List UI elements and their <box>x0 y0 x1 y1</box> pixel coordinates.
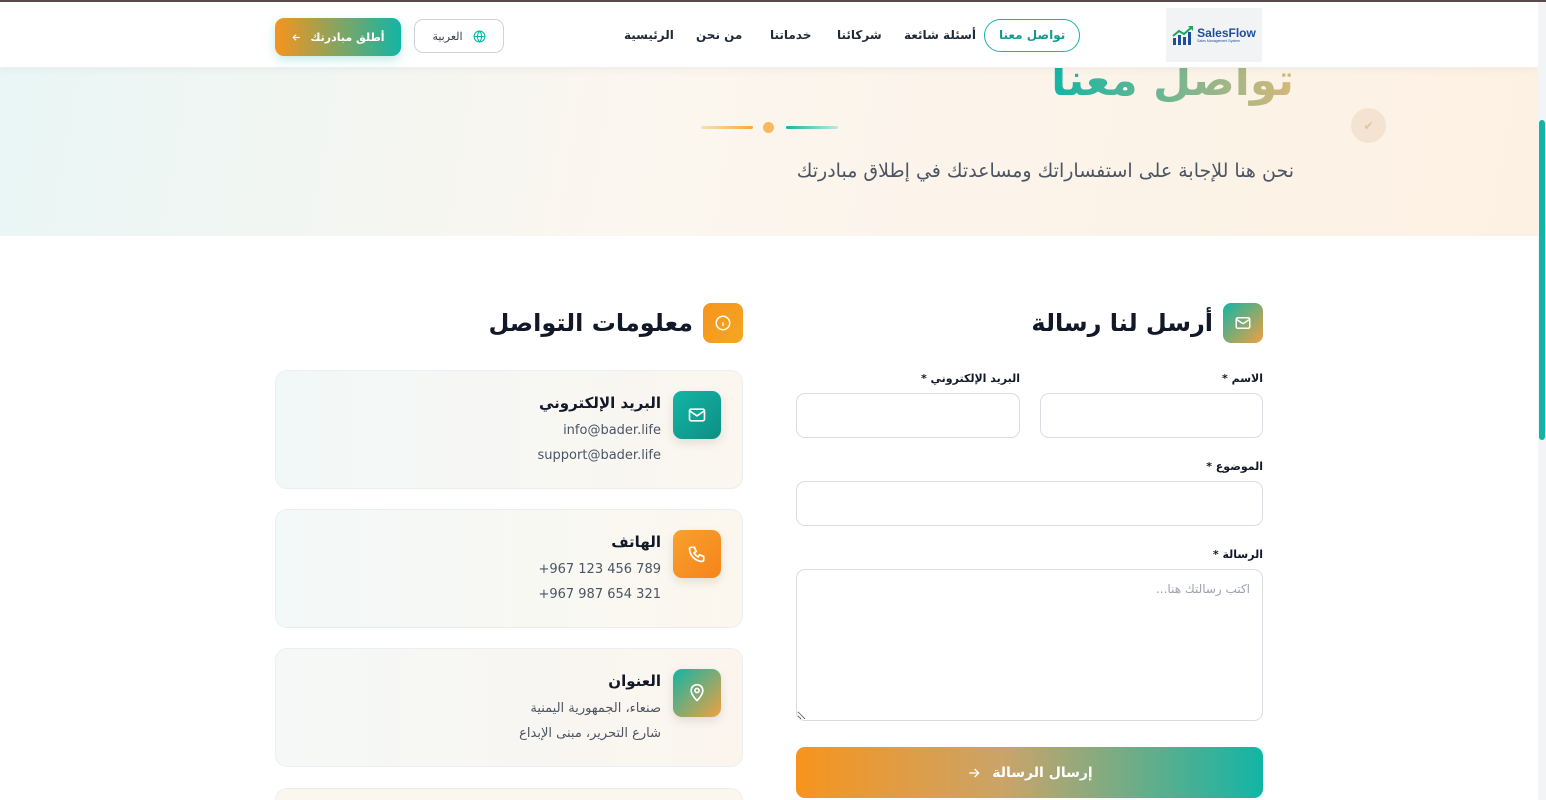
info-icon <box>703 303 743 343</box>
launch-initiative-button[interactable]: أطلق مبادرتك <box>275 18 401 56</box>
email-input[interactable] <box>796 393 1020 438</box>
email-support[interactable]: support@bader.life <box>538 448 661 463</box>
title-divider <box>701 122 838 133</box>
email-label: البريد الإلكتروني * <box>920 372 1020 385</box>
subject-label: الموضوع * <box>1206 460 1263 473</box>
message-textarea[interactable] <box>796 569 1263 721</box>
next-card-partial <box>275 788 743 800</box>
page-subtitle: نحن هنا للإجابة على استفساراتك ومساعدتك … <box>796 160 1294 182</box>
arrow-left-icon <box>292 33 301 41</box>
message-label: الرسالة * <box>1212 548 1263 561</box>
email-primary[interactable]: info@bader.life <box>563 423 661 438</box>
window-top-border <box>0 0 1546 2</box>
email-card-title: البريد الإلكتروني <box>539 394 661 412</box>
subject-input[interactable] <box>796 481 1263 526</box>
phone-icon <box>673 530 721 578</box>
form-section-header: أرسل لنا رسالة <box>1031 303 1263 343</box>
divider-line-right <box>786 126 838 129</box>
address-city: صنعاء، الجمهورية اليمنية <box>530 701 661 716</box>
nav-partners[interactable]: شركائنا <box>837 22 882 48</box>
nav-faq[interactable]: أسئلة شائعة <box>904 22 976 48</box>
phone-card-title: الهاتف <box>611 533 661 551</box>
email-card: البريد الإلكتروني info@bader.life suppor… <box>275 370 743 489</box>
name-input[interactable] <box>1040 393 1263 438</box>
main-nav: تواصل معنا أسئلة شائعة شركائنا خدماتنا م… <box>0 2 1538 68</box>
cta-label: أطلق مبادرتك <box>310 30 385 44</box>
arrow-right-icon <box>969 768 980 777</box>
location-pin-icon <box>673 669 721 717</box>
phone-primary[interactable]: +967 123 456 789 <box>538 562 661 577</box>
globe-icon <box>473 30 485 43</box>
nav-contact[interactable]: تواصل معنا <box>984 19 1081 52</box>
navbar: SalesFlow Sales Management System تواصل … <box>0 2 1538 68</box>
submit-label: إرسال الرسالة <box>992 764 1093 781</box>
contact-info-header: معلومات التواصل <box>488 303 743 343</box>
envelope-icon <box>1223 303 1263 343</box>
name-label: الاسم * <box>1222 372 1263 385</box>
phone-card: الهاتف +967 123 456 789 +967 987 654 321 <box>275 509 743 628</box>
form-title: أرسل لنا رسالة <box>1031 309 1213 337</box>
nav-services[interactable]: خدماتنا <box>770 22 811 48</box>
decorative-check-icon: ✔ <box>1351 108 1386 143</box>
language-label: العربية <box>432 30 463 43</box>
scrollbar[interactable] <box>1538 0 1546 800</box>
divider-line-left <box>701 126 753 129</box>
address-card-title: العنوان <box>608 672 661 690</box>
nav-about[interactable]: من نحن <box>696 22 742 48</box>
address-card: العنوان صنعاء، الجمهورية اليمنية شارع ال… <box>275 648 743 767</box>
send-message-button[interactable]: إرسال الرسالة <box>796 747 1263 798</box>
hero-section: تواصل معنا نحن هنا للإجابة على استفسارات… <box>0 68 1538 236</box>
page-title: تواصل معنا <box>1051 68 1294 112</box>
mail-icon <box>673 391 721 439</box>
phone-secondary[interactable]: +967 987 654 321 <box>538 587 661 602</box>
address-street: شارع التحرير، مبنى الإبداع <box>519 726 661 741</box>
nav-home[interactable]: الرئيسية <box>624 22 674 48</box>
language-switcher[interactable]: العربية <box>414 19 504 53</box>
scrollbar-thumb[interactable] <box>1539 120 1545 440</box>
divider-dot <box>763 122 774 133</box>
contact-info-title: معلومات التواصل <box>488 309 693 337</box>
